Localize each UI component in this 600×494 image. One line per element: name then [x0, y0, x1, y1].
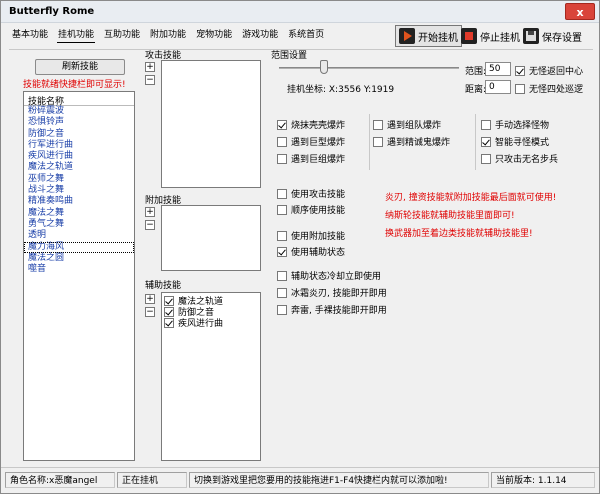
skill-list-item[interactable]: 恐惧铃声 [24, 117, 134, 128]
aux-skills-list[interactable]: 魔法之轨道 防御之音 疾风进行曲 [161, 292, 261, 461]
coords-text: 挂机坐标: X:3556 Y:1919 [287, 85, 395, 95]
role-name: 角色名称:x恶魔angel [5, 472, 115, 488]
skill-list-item[interactable]: 魔法之轨道 [24, 162, 134, 173]
skill-list-header: 技能名称 [24, 92, 134, 107]
option-4[interactable]: 遇到巨型爆炸 [277, 135, 345, 148]
rush-option[interactable]: 奔雷, 手裸技能即开即用 [277, 303, 387, 316]
sequential-use-option[interactable]: 顺序使用技能 [277, 203, 345, 216]
smart-search-option[interactable]: 智能寻怪模式 [481, 135, 549, 148]
divider [475, 114, 476, 170]
extra-remove-button[interactable]: − [145, 220, 155, 230]
use-attack-skill-option[interactable]: 使用攻击技能 [277, 187, 345, 200]
manual-select-monster-option[interactable]: 手动选择怪物 [481, 118, 549, 131]
skill-list-item[interactable]: 粉碎震波 [24, 106, 134, 117]
aux-skill-checkbox[interactable] [164, 317, 174, 328]
menu-autoplay[interactable]: 挂机功能 [57, 27, 96, 43]
title-bar: Butterfly Rome x [1, 1, 599, 23]
skill-list-item[interactable]: 行军进行曲 [24, 140, 134, 151]
option-5[interactable]: 遇到精诚鬼爆炸 [373, 135, 450, 148]
use-aux-state-option[interactable]: 使用辅助状态 [277, 245, 345, 258]
attack-add-button[interactable]: + [145, 62, 155, 72]
range-settings-label: 范围设置 [271, 51, 308, 61]
range-slider-track[interactable] [279, 67, 459, 69]
note-2: 纳斯轮技能就辅助技能里面即可! [385, 211, 515, 221]
attack-skills-list[interactable] [161, 60, 261, 188]
menu-mutual[interactable]: 互助功能 [103, 27, 141, 43]
extra-skills-list[interactable] [161, 205, 261, 271]
save-settings-label: 保存设置 [542, 32, 582, 44]
attack-remove-button[interactable]: − [145, 75, 155, 85]
main-window: Butterfly Rome x 基本功能 挂机功能 互助功能 附加功能 宠物功… [0, 0, 600, 494]
aux-skills-label: 辅助技能 [145, 281, 182, 291]
autoplay-panel: 刷新技能 技能就绪快捷栏即可显示! 技能名称 粉碎震波 恐惧铃声 防御之音 行军进行曲… [9, 49, 593, 467]
status-tip: 切换到游戏里把您要用的技能拖进F1-F4快捷栏内就可以添加啦! [189, 472, 489, 488]
divider [369, 114, 370, 170]
play-icon [399, 28, 415, 44]
aux-add-button[interactable]: + [145, 294, 155, 304]
stop-icon [461, 28, 477, 44]
start-autoplay-button[interactable]: 开始挂机 [395, 25, 462, 47]
no-monster-patrol-checkbox[interactable] [515, 83, 525, 94]
range-slider-thumb[interactable] [320, 60, 328, 74]
start-autoplay-label: 开始挂机 [418, 32, 458, 44]
menu-basic[interactable]: 基本功能 [11, 27, 49, 43]
skill-list-item[interactable]: 勇气之舞 [24, 219, 134, 230]
aux-cooldown-option[interactable]: 辅助状态冷却立即使用 [277, 269, 381, 282]
skill-items: 粉碎震波 恐惧铃声 防御之音 行军进行曲 疾风进行曲 魔法之轨道 巫师之舞 战斗之舞 精准奏鸣曲… [24, 106, 134, 275]
stop-autoplay-label: 停止挂机 [480, 32, 520, 44]
menu-game[interactable]: 游戏功能 [241, 27, 279, 43]
menu-home[interactable]: 系统首页 [287, 27, 325, 43]
distance-input[interactable]: 0 [485, 80, 511, 94]
note-3: 换武器加至着边类技能就辅助技能里! [385, 229, 533, 239]
close-button[interactable]: x [565, 3, 595, 20]
option-7[interactable]: 遇到巨组爆炸 [277, 152, 345, 165]
use-extra-skill-option[interactable]: 使用附加技能 [277, 229, 345, 242]
menu-bar: 基本功能 挂机功能 互助功能 附加功能 宠物功能 游戏功能 系统首页 [11, 27, 325, 43]
aux-skill-item[interactable]: 疾风进行曲 [162, 317, 260, 329]
aux-skill-checkbox[interactable] [164, 295, 174, 306]
stop-autoplay-button[interactable]: 停止挂机 [457, 25, 524, 47]
no-monster-return-option[interactable]: 无怪返回中心 [515, 64, 583, 77]
skill-list-item[interactable]: 噬音 [24, 264, 134, 275]
ice-flame-option[interactable]: 冰霜炎刃, 技能即开即用 [277, 286, 387, 299]
skill-list-item[interactable]: 魔法之圆 [24, 253, 134, 264]
menu-pet[interactable]: 宠物功能 [195, 27, 233, 43]
skill-list-item[interactable]: 疾风进行曲 [24, 151, 134, 162]
skill-list-item[interactable]: 巫师之舞 [24, 174, 134, 185]
autoplay-state: 正在挂机 [117, 472, 187, 488]
refresh-skills-button[interactable]: 刷新技能 [35, 59, 125, 75]
skill-list[interactable]: 技能名称 粉碎震波 恐惧铃声 防御之音 行军进行曲 疾风进行曲 魔法之轨道 巫师之舞 战斗之舞… [23, 91, 135, 461]
skill-list-item[interactable]: 精准奏鸣曲 [24, 196, 134, 207]
skill-list-item[interactable]: 战斗之舞 [24, 185, 134, 196]
window-title: Butterfly Rome [9, 6, 95, 17]
aux-skill-checkbox[interactable] [164, 306, 174, 317]
version-text: 当前版本: 1.1.14 [491, 472, 595, 488]
skill-list-item[interactable]: 透明 [24, 230, 134, 241]
menu-extra[interactable]: 附加功能 [149, 27, 187, 43]
option-1[interactable]: 烧抹壳壳爆炸 [277, 118, 345, 131]
skill-list-item[interactable]: 防御之音 [24, 129, 134, 140]
aux-remove-button[interactable]: − [145, 307, 155, 317]
range-input[interactable]: 50 [485, 62, 511, 76]
option-2[interactable]: 遇到组队爆炸 [373, 118, 441, 131]
skill-list-item[interactable]: 魔力海风 [24, 241, 134, 253]
range-label: 范围: [465, 67, 487, 77]
save-settings-button[interactable]: 保存设置 [519, 25, 586, 47]
skill-list-item[interactable]: 魔法之舞 [24, 208, 134, 219]
no-monster-return-checkbox[interactable] [515, 65, 525, 76]
skill-hint-text: 技能就绪快捷栏即可显示! [23, 80, 126, 90]
status-bar: 角色名称:x恶魔angel 正在挂机 切换到游戏里把您要用的技能拖进F1-F4快… [1, 467, 599, 493]
distance-label: 距离: [465, 85, 487, 95]
save-icon [523, 28, 539, 44]
extra-add-button[interactable]: + [145, 207, 155, 217]
note-1: 炎刃, 撞资技能就附加技能最后面就可使用! [385, 193, 557, 203]
attack-nameless-option[interactable]: 只攻击无名步兵 [481, 152, 558, 165]
no-monster-patrol-option[interactable]: 无怪四处巡逻 [515, 82, 583, 95]
